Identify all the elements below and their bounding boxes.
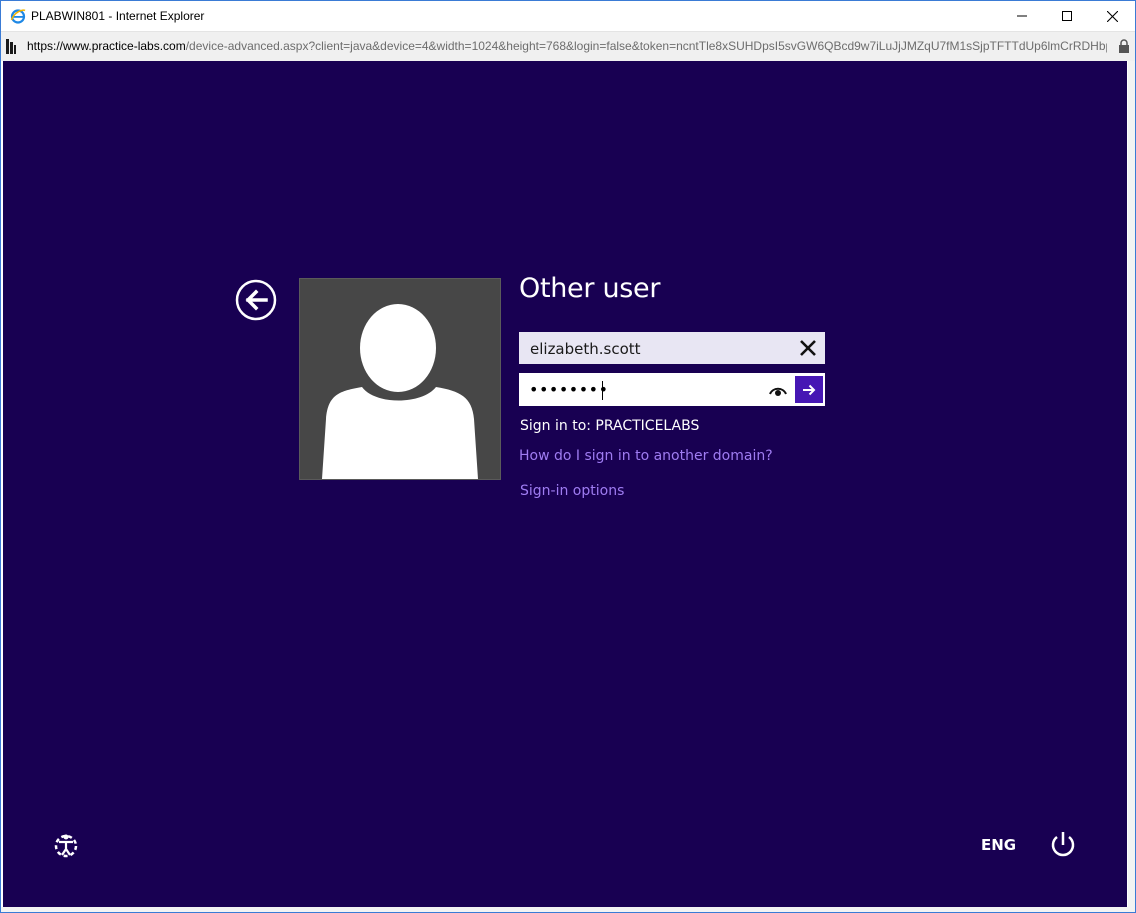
internet-explorer-icon [10, 9, 26, 24]
password-input[interactable]: •••••••• [519, 373, 825, 406]
arrow-right-icon [803, 384, 816, 395]
window-bottom-edge [1, 907, 1135, 912]
sign-in-domain-text: Sign in to: PRACTICELABS [520, 418, 700, 434]
minimize-icon [1017, 15, 1027, 17]
maximize-button[interactable] [1044, 1, 1090, 31]
remote-desktop-login-screen: Other user elizabeth.scott •••••••• Sign… [3, 61, 1127, 907]
title-bar: PLABWIN801 - Internet Explorer [1, 1, 1135, 31]
user-avatar [299, 278, 501, 480]
maximize-icon [1062, 11, 1072, 21]
url-path: /device-advanced.aspx?client=java&device… [185, 39, 1107, 53]
user-silhouette-icon [322, 304, 478, 479]
clear-x-icon [800, 340, 816, 356]
url-host: https://www.practice-labs.com [27, 39, 186, 53]
reveal-password-button[interactable] [765, 379, 791, 403]
minimize-button[interactable] [999, 1, 1045, 31]
power-button[interactable] [1048, 829, 1078, 861]
url-field[interactable]: https://www.practice-labs.com/device-adv… [27, 39, 1107, 53]
password-mask: •••••••• [529, 380, 609, 399]
clear-username-button[interactable] [795, 335, 821, 361]
window-title: PLABWIN801 - Internet Explorer [31, 9, 205, 23]
text-caret [602, 381, 603, 400]
language-button[interactable]: ENG [981, 836, 1016, 854]
close-icon [1106, 10, 1118, 22]
username-input[interactable]: elizabeth.scott [519, 332, 825, 364]
browser-window: PLABWIN801 - Internet Explorer https://w… [0, 0, 1136, 913]
lock-icon [1118, 39, 1130, 53]
user-name-heading: Other user [519, 273, 661, 304]
submit-button[interactable] [795, 376, 823, 403]
back-button[interactable] [235, 279, 277, 321]
address-bar[interactable]: https://www.practice-labs.com/device-adv… [1, 31, 1135, 61]
another-domain-link[interactable]: How do I sign in to another domain? [519, 448, 773, 464]
close-button[interactable] [1089, 1, 1135, 31]
username-value: elizabeth.scott [530, 340, 641, 358]
window-right-edge [1128, 61, 1135, 912]
sign-in-options-link[interactable]: Sign-in options [520, 483, 624, 499]
site-favicon-icon [6, 39, 16, 54]
eye-icon [769, 387, 787, 396]
ease-of-access-button[interactable] [51, 831, 81, 861]
